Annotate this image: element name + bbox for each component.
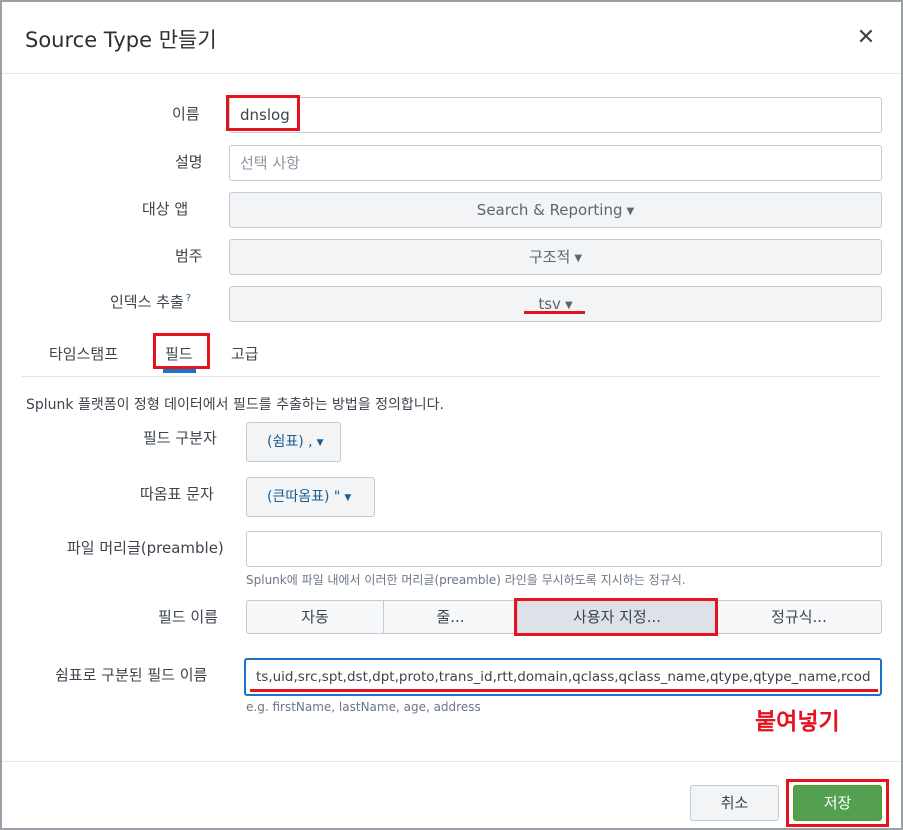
name-label: 이름	[172, 105, 200, 123]
indexed-extraction-label: 인덱스 추출?	[110, 291, 191, 312]
help-icon[interactable]: ?	[186, 293, 191, 304]
tab-fields[interactable]: 필드	[165, 343, 193, 364]
description-input[interactable]: 선택 사항	[229, 145, 882, 181]
paste-annotation: 붙여넣기	[755, 709, 840, 735]
caret-down-icon: ▼	[626, 206, 635, 217]
comma-fields-label: 쉼표로 구분된 필드 이름	[55, 666, 208, 684]
tab-advanced[interactable]: 고급	[231, 343, 259, 364]
caret-down-icon: ▼	[316, 438, 324, 448]
indexed-extraction-value: tsv	[538, 295, 561, 313]
field-names-auto-button[interactable]: 자동	[246, 600, 384, 634]
category-select[interactable]: 구조적 ▼	[229, 239, 882, 275]
field-names-custom-button[interactable]: 사용자 지정...	[517, 600, 717, 634]
field-names-line-button[interactable]: 줄...	[383, 600, 518, 634]
cancel-button[interactable]: 취소	[690, 785, 779, 821]
tabs-divider	[22, 376, 881, 377]
create-source-type-dialog: Source Type 만들기 ✕ 이름 dnslog 설명 선택 사항 대상 …	[0, 0, 903, 830]
caret-down-icon: ▼	[344, 493, 352, 503]
category-label: 범주	[175, 247, 203, 265]
delimiter-label: 필드 구분자	[143, 429, 217, 447]
caret-down-icon: ▼	[564, 300, 573, 311]
caret-down-icon: ▼	[574, 253, 583, 264]
category-select-value: 구조적	[528, 248, 571, 266]
field-names-regex-button[interactable]: 정규식...	[716, 600, 882, 634]
tab-timestamp[interactable]: 타임스탬프	[49, 343, 118, 364]
indexed-extraction-select[interactable]: tsv ▼	[229, 286, 882, 322]
app-select-value: Search & Reporting	[476, 201, 623, 219]
field-names-label: 필드 이름	[158, 608, 218, 626]
app-select[interactable]: Search & Reporting ▼	[229, 192, 882, 228]
indexed-extraction-label-text: 인덱스 추출	[110, 293, 184, 311]
dialog-header: Source Type 만들기 ✕	[2, 2, 901, 74]
name-input[interactable]: dnslog	[229, 97, 882, 133]
save-button[interactable]: 저장	[793, 785, 882, 821]
quote-label: 따옴표 문자	[140, 485, 214, 503]
preamble-input[interactable]	[246, 531, 882, 567]
delimiter-dropdown[interactable]: (쉼표) , ▼	[246, 422, 341, 462]
dialog-title: Source Type 만들기	[25, 28, 217, 52]
quote-dropdown[interactable]: (큰따옴표) " ▼	[246, 477, 375, 517]
description-label: 설명	[175, 153, 203, 171]
preamble-help: Splunk에 파일 내에서 이러한 머리글(preamble) 라인을 무시하…	[246, 573, 686, 587]
comma-fields-input[interactable]: ts,uid,src,spt,dst,dpt,proto,trans_id,rt…	[244, 658, 882, 696]
close-icon[interactable]: ✕	[852, 24, 880, 52]
delimiter-value: (쉼표) ,	[267, 434, 313, 450]
footer-divider	[2, 761, 901, 762]
fields-description: Splunk 플랫폼이 정형 데이터에서 필드를 추출하는 방법을 정의합니다.	[26, 397, 444, 413]
active-tab-indicator	[163, 369, 196, 373]
app-label: 대상 앱	[142, 200, 189, 218]
preamble-label: 파일 머리글(preamble)	[67, 539, 224, 557]
comma-fields-help: e.g. firstName, lastName, age, address	[246, 700, 481, 714]
quote-value: (큰따옴표) "	[267, 489, 341, 505]
